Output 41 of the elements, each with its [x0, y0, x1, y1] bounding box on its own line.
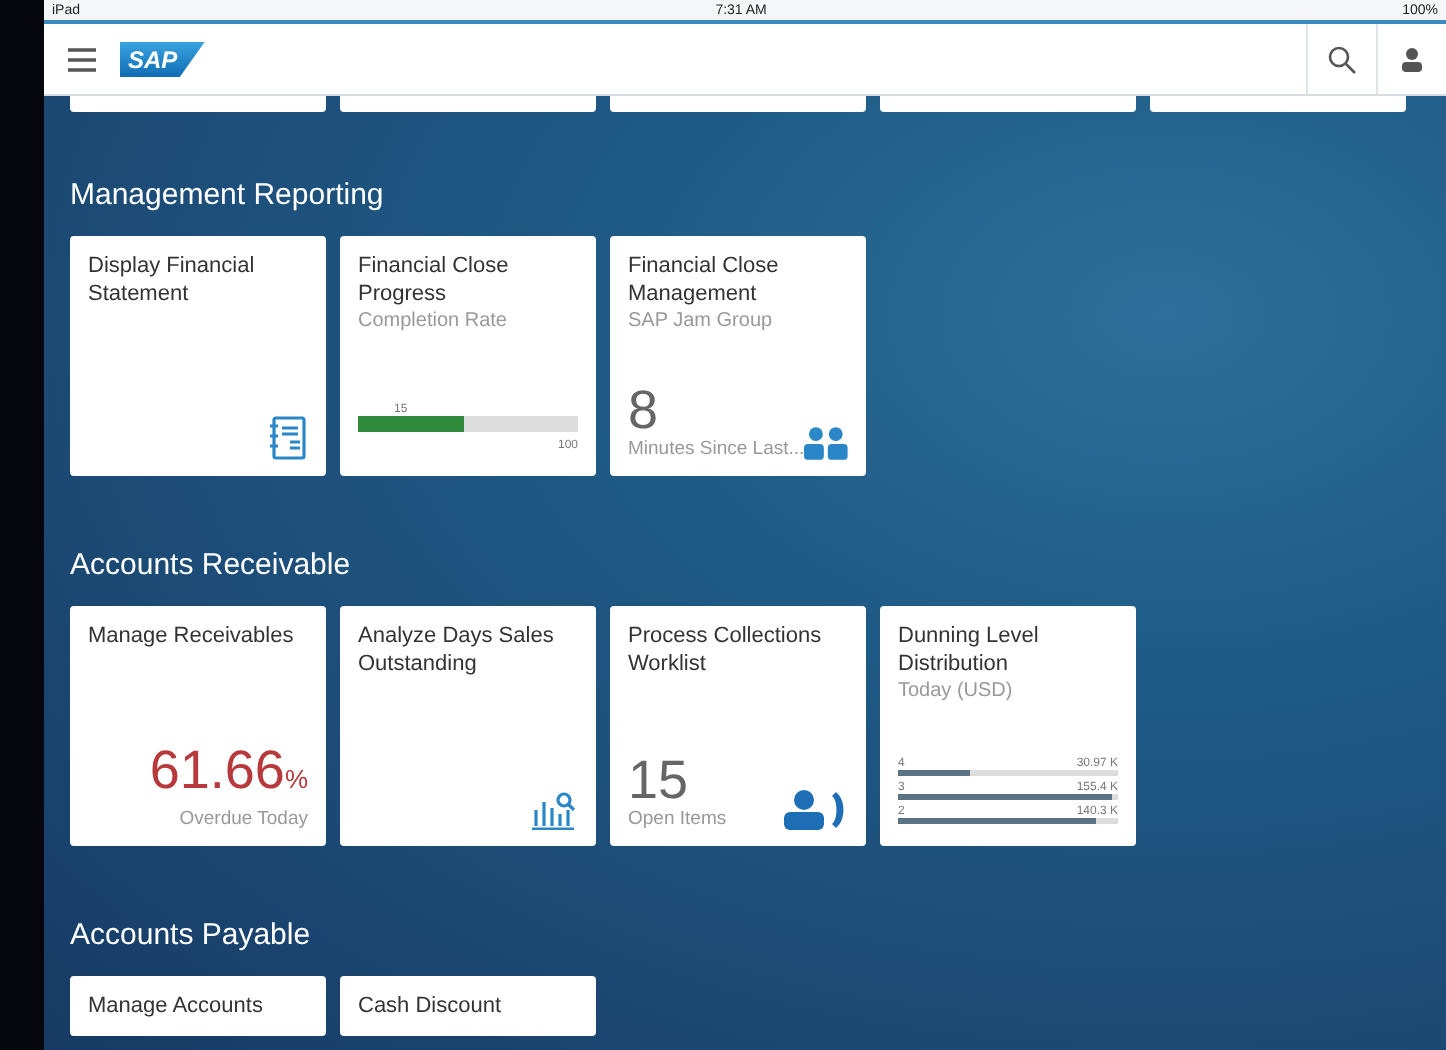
tile-bottom-edge[interactable]: [70, 96, 326, 112]
tile-bottom-edge[interactable]: [880, 96, 1136, 112]
section-title: Management Reporting: [70, 178, 386, 212]
app-tile[interactable]: Analyze Days Sales Outstanding: [340, 606, 596, 846]
section-title: Accounts Receivable: [70, 548, 353, 582]
tile-footer: Open Items: [628, 808, 727, 830]
tile-number: 8: [628, 382, 661, 438]
tile-subtitle: Today (USD): [898, 678, 1015, 704]
bar-chart-icon: [530, 790, 578, 830]
search-icon: [1328, 45, 1356, 73]
tile-bottom-edge[interactable]: [340, 96, 596, 112]
tile-footer: Minutes Since Last...: [628, 438, 805, 460]
tile-title: Manage Accounts: [88, 992, 265, 1020]
ledger-icon: [268, 416, 308, 460]
section-title: Accounts Payable: [70, 918, 313, 952]
tile-title: Display Financial Statement: [88, 252, 257, 308]
tile-title: Financial Close Management: [628, 252, 781, 308]
tile-bottom-edge[interactable]: [1150, 96, 1406, 112]
app-tile[interactable]: Display Financial Statement: [70, 236, 326, 476]
user-icon: [1402, 47, 1422, 71]
tile-title: Analyze Days Sales Outstanding: [358, 622, 556, 678]
app-tile[interactable]: Manage Receivables 61.66% Overdue Today: [70, 606, 326, 846]
contact-phone-icon: [784, 790, 848, 830]
app-tile[interactable]: Process Collections Worklist 15 Open Items: [610, 606, 866, 846]
app-tile[interactable]: Manage Accounts: [70, 976, 326, 1036]
tile-title: Manage Receivables: [88, 622, 296, 650]
tile-title: Dunning Level Distribution: [898, 622, 1041, 678]
menu-icon[interactable]: [68, 47, 96, 71]
tile-subtitle: SAP Jam Group: [628, 308, 775, 334]
sap-logo: SAP: [120, 41, 206, 77]
kpi-value: 61.66%: [147, 742, 308, 804]
group-icon: [804, 426, 848, 460]
tile-number: 15: [628, 752, 691, 808]
tile-title: Financial Close Progress: [358, 252, 511, 308]
tile-bottom-edge[interactable]: [610, 96, 866, 112]
tile-footer: Overdue Today: [88, 808, 308, 830]
tile-title: Cash Discount: [358, 992, 504, 1020]
tile-subtitle: Completion Rate: [358, 308, 509, 334]
app-tile[interactable]: Financial Close Management SAP Jam Group 8 Minutes Since Last...: [610, 236, 866, 476]
app-tile[interactable]: Cash Discount: [340, 976, 596, 1036]
tile-title: Process Collections Worklist: [628, 622, 824, 678]
